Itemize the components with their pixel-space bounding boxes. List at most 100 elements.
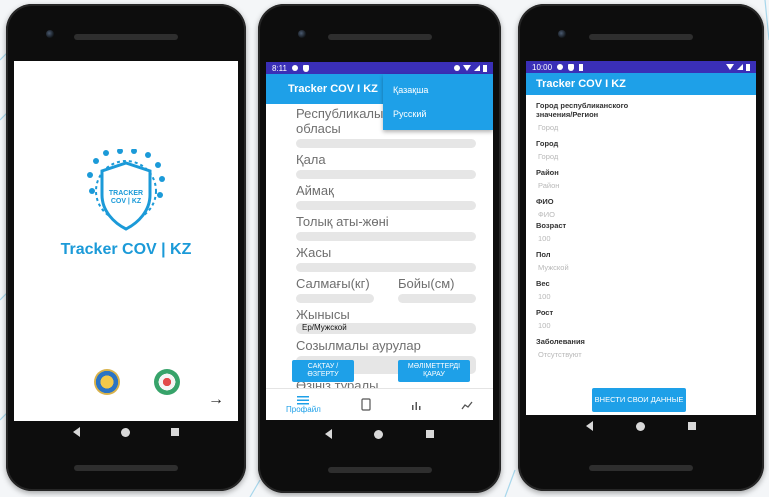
battery-icon bbox=[746, 63, 750, 71]
age-label: Жасы bbox=[296, 245, 332, 260]
bar-chart-icon bbox=[411, 401, 421, 410]
splash-screen: TRACKER COV | KZ Tracker COV | KZ → bbox=[14, 61, 238, 421]
front-camera bbox=[46, 30, 54, 38]
emblem-icon bbox=[94, 369, 120, 395]
profile-screen: 8:11 Tracker COV I KZ Республикалы облас… bbox=[266, 62, 493, 420]
tab-trend[interactable] bbox=[461, 400, 473, 410]
earpiece-speaker bbox=[74, 34, 178, 40]
signal-icon bbox=[474, 65, 480, 71]
wifi-icon bbox=[463, 65, 471, 71]
ministry-logo-icon bbox=[154, 369, 180, 395]
phone-profile-kz: 8:11 Tracker COV I KZ Республикалы облас… bbox=[258, 4, 501, 493]
bottom-tab-bar: Профайл bbox=[266, 388, 493, 420]
data-entry-screen: 10:00 Tracker COV I KZ Город республикан… bbox=[526, 61, 756, 415]
gender-label: Жынысы bbox=[296, 307, 350, 322]
status-time: 8:11 bbox=[272, 63, 287, 73]
age-input[interactable] bbox=[296, 263, 476, 272]
trend-icon bbox=[461, 401, 473, 409]
next-arrow-button[interactable]: → bbox=[208, 391, 224, 409]
signal-icon bbox=[737, 64, 743, 70]
app-bar-title: Tracker COV I KZ bbox=[288, 83, 378, 95]
weight-label: Вес bbox=[536, 279, 550, 288]
recent-apps-icon[interactable] bbox=[425, 430, 434, 438]
home-icon[interactable] bbox=[374, 429, 384, 439]
age-label: Возраст bbox=[536, 221, 567, 230]
app-title: Tracker COV | KZ bbox=[60, 241, 192, 258]
weight-label: Салмағы(кг) bbox=[296, 276, 370, 291]
district-label: Аймақ bbox=[296, 183, 334, 198]
system-navbar bbox=[6, 422, 246, 442]
menu-icon bbox=[297, 395, 310, 404]
system-navbar bbox=[258, 424, 501, 444]
city-label: Қала bbox=[296, 152, 326, 167]
weight-input[interactable] bbox=[296, 294, 374, 303]
gender-input[interactable]: Мужской bbox=[538, 263, 736, 272]
height-label: Рост bbox=[536, 308, 554, 317]
location-icon bbox=[454, 65, 460, 71]
sim-status-icon bbox=[579, 63, 584, 71]
height-input[interactable]: 100 bbox=[538, 321, 736, 330]
tab-profile[interactable]: Профайл bbox=[286, 395, 321, 414]
home-icon[interactable] bbox=[635, 421, 645, 431]
save-button[interactable]: САҚТАУ / ӨЗГЕРТУ bbox=[292, 360, 354, 382]
phone-icon bbox=[361, 398, 371, 411]
app-bar-title: Tracker COV I KZ bbox=[536, 78, 626, 90]
status-bar: 10:00 bbox=[526, 61, 756, 73]
tab-device[interactable] bbox=[361, 398, 371, 411]
home-icon[interactable] bbox=[120, 427, 130, 437]
weight-input[interactable]: 100 bbox=[538, 292, 736, 301]
gender-label: Пол bbox=[536, 250, 551, 259]
region-input[interactable]: Город bbox=[538, 123, 736, 132]
diseases-input[interactable]: Отсутствуют bbox=[538, 350, 736, 359]
status-time: 10:00 bbox=[532, 62, 553, 72]
language-menu: Қазақша Русский bbox=[383, 74, 493, 130]
shield-text-bottom: COV | KZ bbox=[111, 198, 142, 205]
back-icon[interactable] bbox=[325, 429, 333, 439]
settings-status-icon bbox=[291, 65, 298, 71]
bottom-speaker bbox=[589, 465, 693, 471]
height-input[interactable] bbox=[398, 294, 476, 303]
phone-splash: TRACKER COV | KZ Tracker COV | KZ → bbox=[6, 4, 246, 491]
front-camera bbox=[298, 30, 306, 38]
back-icon[interactable] bbox=[585, 421, 593, 431]
data-form: Город республиканского значения/Регион Г… bbox=[536, 101, 736, 366]
view-data-button[interactable]: МӘЛІМЕТТЕРДІ ҚАРАУ bbox=[398, 360, 470, 382]
district-input[interactable] bbox=[296, 201, 476, 210]
menu-item-russian[interactable]: Русский bbox=[383, 102, 493, 126]
age-input[interactable]: 100 bbox=[538, 234, 736, 243]
battery-icon bbox=[483, 64, 487, 72]
district-input[interactable]: Район bbox=[538, 181, 736, 190]
virus-shield-logo: TRACKER COV | KZ bbox=[87, 149, 165, 231]
profile-form: Республикалы обласы Қала Аймақ Толық аты… bbox=[296, 106, 476, 393]
district-label: Район bbox=[536, 168, 559, 177]
recent-apps-icon[interactable] bbox=[688, 422, 697, 430]
tab-profile-label: Профайл bbox=[286, 404, 321, 414]
status-bar: 8:11 bbox=[266, 62, 493, 74]
bottom-speaker bbox=[327, 467, 432, 473]
fullname-label: Толық аты-жөні bbox=[296, 214, 389, 229]
shield-status-icon bbox=[302, 64, 309, 72]
shield-text-top: TRACKER bbox=[109, 190, 143, 197]
recent-apps-icon[interactable] bbox=[171, 428, 180, 436]
city-label: Город bbox=[536, 139, 559, 148]
back-icon[interactable] bbox=[72, 427, 80, 437]
earpiece-speaker bbox=[589, 34, 693, 40]
bottom-speaker bbox=[74, 465, 178, 471]
city-input[interactable]: Город bbox=[538, 152, 736, 161]
settings-status-icon bbox=[557, 64, 564, 70]
chronic-label: Созылмалы аурулар bbox=[296, 338, 421, 353]
earpiece-speaker bbox=[327, 34, 432, 40]
gender-select[interactable]: Ер/Мужской bbox=[296, 323, 476, 334]
region-input[interactable] bbox=[296, 139, 476, 148]
tab-stats[interactable] bbox=[411, 400, 421, 410]
front-camera bbox=[558, 30, 566, 38]
fullname-input[interactable]: ФИО bbox=[538, 210, 736, 219]
submit-data-button[interactable]: ВНЕСТИ СВОИ ДАННЫЕ bbox=[592, 388, 686, 412]
region-label: Город республиканского значения/Регион bbox=[536, 101, 629, 119]
fullname-label: ФИО bbox=[536, 197, 554, 206]
wifi-icon bbox=[726, 64, 734, 70]
menu-item-kazakh[interactable]: Қазақша bbox=[383, 78, 493, 102]
fullname-input[interactable] bbox=[296, 232, 476, 241]
city-input[interactable] bbox=[296, 170, 476, 179]
height-label: Бойы(см) bbox=[398, 276, 455, 291]
